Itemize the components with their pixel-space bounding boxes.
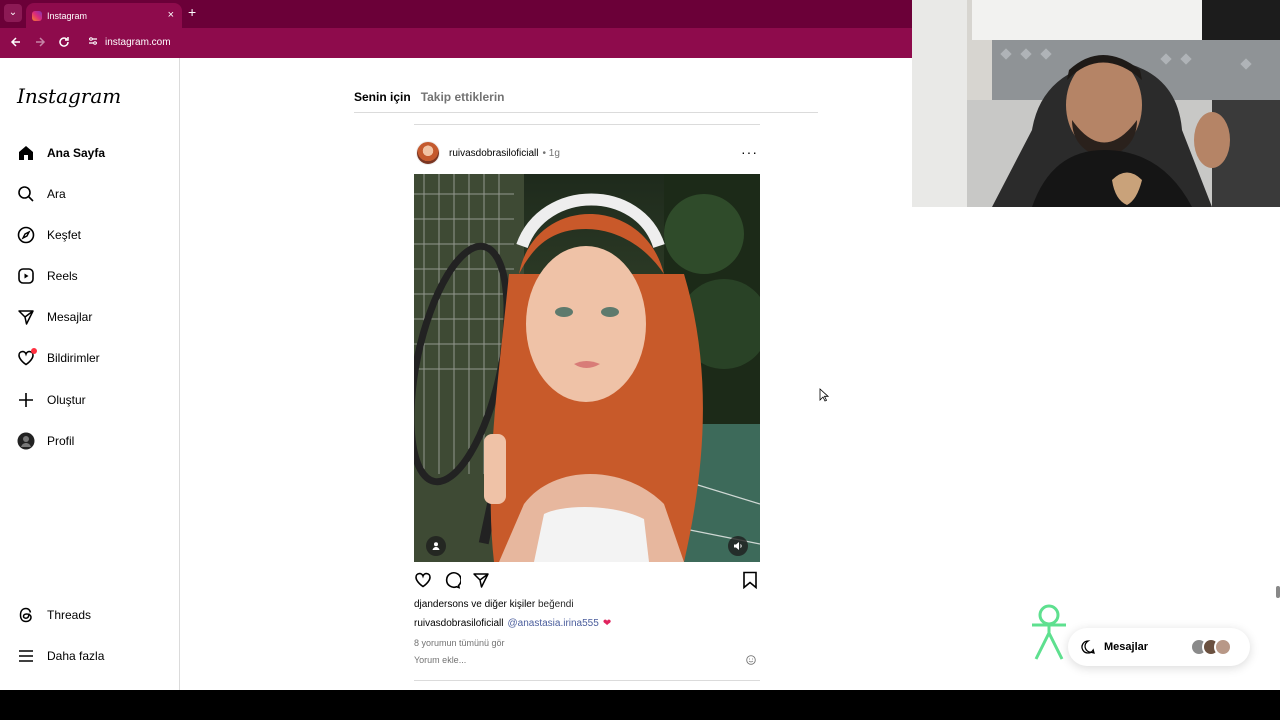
messages-label: Mesajlar bbox=[1104, 641, 1149, 653]
caption-heart-emoji: ❤ bbox=[602, 618, 612, 629]
volume-icon bbox=[734, 542, 742, 550]
post-divider bbox=[414, 124, 760, 125]
messenger-icon bbox=[1081, 640, 1095, 654]
streamer-webcam-image bbox=[912, 0, 1280, 207]
compass-icon bbox=[16, 225, 36, 245]
sidebar-item-label: Mesajlar bbox=[47, 310, 93, 324]
mute-button[interactable] bbox=[728, 536, 748, 556]
caption-mention[interactable]: @anastasia.irina555 bbox=[507, 618, 598, 629]
back-icon[interactable] bbox=[10, 36, 22, 51]
instagram-favicon-icon bbox=[32, 10, 42, 21]
liked-by-user[interactable]: djandersons bbox=[414, 599, 468, 610]
search-icon bbox=[16, 184, 36, 204]
scrollbar-handle[interactable] bbox=[1276, 586, 1280, 598]
share-icon[interactable] bbox=[472, 571, 490, 594]
post-media[interactable] bbox=[414, 174, 760, 562]
post-author-username[interactable]: ruivasdobrasiloficiall bbox=[449, 148, 538, 159]
feed-tabs: Senin için Takip ettiklerin bbox=[354, 90, 505, 104]
post-actions bbox=[414, 570, 760, 590]
avatar-icon bbox=[16, 431, 36, 451]
sidebar-item-threads[interactable]: Threads bbox=[16, 603, 91, 627]
sidebar-item-label: Ana Sayfa bbox=[47, 146, 106, 160]
notification-dot bbox=[31, 348, 37, 354]
address-bar[interactable]: instagram.com bbox=[88, 36, 171, 49]
browser-tab-bar: ⌄ Instagram × + bbox=[0, 0, 912, 28]
heart-icon bbox=[16, 348, 37, 368]
caption-username[interactable]: ruivasdobrasiloficiall bbox=[414, 618, 503, 629]
forward-icon[interactable] bbox=[34, 36, 46, 51]
home-icon bbox=[16, 143, 36, 163]
tagged-users-button[interactable] bbox=[426, 536, 446, 556]
sidebar-item-profile[interactable]: Profil bbox=[16, 429, 74, 453]
sidebar-item-explore[interactable]: Keşfet bbox=[16, 223, 81, 247]
comment-icon[interactable] bbox=[443, 571, 462, 594]
emoji-icon[interactable] bbox=[746, 655, 756, 667]
sidebar-item-label: Threads bbox=[47, 608, 92, 622]
liked-suffix: beğendi bbox=[537, 599, 574, 610]
save-bookmark-icon[interactable] bbox=[742, 571, 758, 594]
add-comment-input[interactable]: Yorum ekle... bbox=[414, 655, 466, 665]
post-header: ruivasdobrasiloficiall • 1g ··· bbox=[416, 140, 760, 166]
message-avatars bbox=[1190, 638, 1232, 656]
sidebar-item-label: Oluştur bbox=[47, 393, 86, 407]
add-comment-row: Yorum ekle... bbox=[414, 655, 760, 665]
sidebar-item-messages[interactable]: Mesajlar bbox=[16, 305, 92, 329]
likes-summary: djandersons ve diğer kişiler beğendi bbox=[414, 599, 574, 610]
sidebar-item-label: Daha fazla bbox=[47, 649, 105, 663]
like-icon[interactable] bbox=[414, 571, 432, 594]
sidebar-item-label: Ara bbox=[47, 187, 66, 201]
sidebar-item-label: Keşfet bbox=[47, 228, 82, 242]
reload-icon[interactable] bbox=[58, 36, 70, 51]
mouse-cursor-icon bbox=[819, 388, 830, 407]
post-photo bbox=[414, 174, 760, 562]
new-tab-button[interactable]: + bbox=[188, 4, 196, 20]
post-caption: ruivasdobrasiloficiall @anastasia.irina5… bbox=[414, 618, 611, 629]
messages-floating-button[interactable]: Mesajlar bbox=[1068, 628, 1250, 666]
sidebar-item-create[interactable]: Oluştur bbox=[16, 388, 86, 412]
browser-tab-instagram[interactable]: Instagram × bbox=[26, 3, 182, 28]
reels-icon bbox=[16, 266, 36, 286]
tab-title: Instagram bbox=[47, 10, 88, 21]
url-text: instagram.com bbox=[105, 37, 171, 48]
more-options-icon[interactable]: ··· bbox=[741, 144, 758, 160]
plus-icon bbox=[16, 390, 36, 410]
post-author-avatar[interactable] bbox=[416, 141, 440, 165]
webcam-overlay bbox=[912, 0, 1280, 207]
instagram-logo[interactable]: Instagram bbox=[17, 84, 121, 108]
user-tag-icon bbox=[432, 542, 440, 550]
send-icon bbox=[16, 307, 36, 327]
tab-search-button[interactable]: ⌄ bbox=[4, 4, 22, 22]
sidebar-item-more[interactable]: Daha fazla bbox=[16, 644, 104, 668]
sidebar-item-reels[interactable]: Reels bbox=[16, 264, 78, 288]
liked-by-others[interactable]: diğer kişiler bbox=[485, 599, 536, 610]
sidebar-item-search[interactable]: Ara bbox=[16, 182, 66, 206]
sidebar: Instagram Ana Sayfa Ara Keşfet Reels Mes… bbox=[0, 58, 180, 690]
sidebar-item-home[interactable]: Ana Sayfa bbox=[16, 141, 105, 165]
avatar bbox=[1214, 638, 1232, 656]
browser-toolbar: instagram.com bbox=[0, 28, 912, 58]
comment-divider bbox=[414, 680, 760, 681]
tab-following[interactable]: Takip ettiklerin bbox=[421, 90, 505, 104]
sidebar-item-label: Profil bbox=[47, 434, 75, 448]
overlay-logo-icon bbox=[1032, 604, 1066, 660]
screen: { "browser": { "tab_title": "Instagram",… bbox=[0, 0, 1280, 720]
tab-for-you[interactable]: Senin için bbox=[354, 90, 411, 104]
bottom-letterbox bbox=[0, 690, 1280, 720]
view-all-comments-link[interactable]: 8 yorumun tümünü gör bbox=[414, 638, 505, 648]
threads-icon bbox=[16, 605, 36, 625]
liked-by-conj: ve bbox=[471, 599, 482, 610]
sidebar-item-label: Bildirimler bbox=[47, 351, 100, 365]
post-time: • 1g bbox=[542, 147, 560, 159]
sidebar-item-notifications[interactable]: Bildirimler bbox=[16, 346, 100, 370]
menu-icon bbox=[16, 646, 36, 666]
tab-close-icon[interactable]: × bbox=[168, 9, 174, 21]
sidebar-item-label: Reels bbox=[47, 269, 78, 283]
site-settings-icon[interactable] bbox=[88, 36, 98, 49]
feed-divider bbox=[354, 112, 818, 113]
